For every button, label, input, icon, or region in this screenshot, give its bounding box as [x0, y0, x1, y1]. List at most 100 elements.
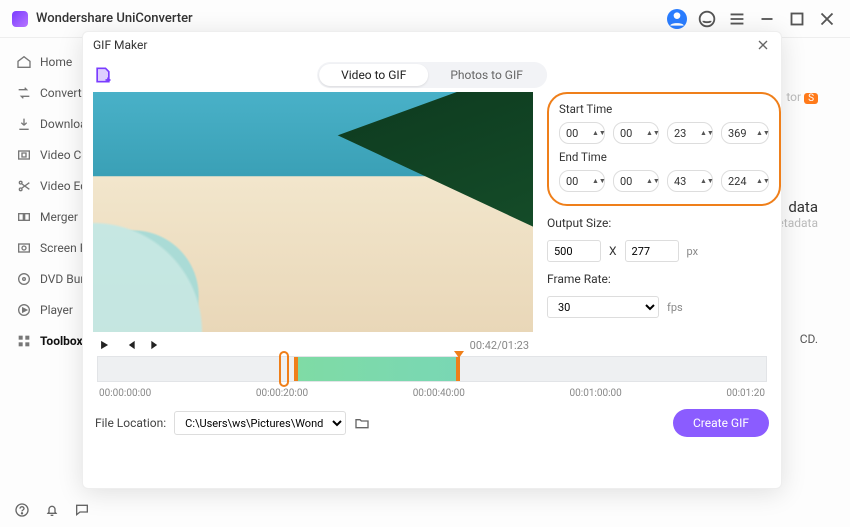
timeline-track[interactable]	[97, 356, 767, 382]
options-column: Start Time ▲▼ ▲▼ ▲▼ ▲▼ End Time ▲▼ ▲▼ ▲▼…	[547, 92, 781, 352]
help-icon[interactable]	[14, 502, 30, 518]
sidebar-item-merger[interactable]: Merger	[10, 203, 90, 231]
account-avatar[interactable]	[666, 8, 688, 30]
bell-icon[interactable]	[44, 502, 60, 518]
end-ms[interactable]: ▲▼	[721, 170, 769, 192]
end-minutes[interactable]: ▲▼	[613, 170, 659, 192]
end-seconds[interactable]: ▲▼	[667, 170, 713, 192]
selection-clip[interactable]	[294, 357, 460, 381]
modal-header: GIF Maker	[83, 32, 781, 58]
start-time-label: Start Time	[559, 102, 769, 116]
output-unit: px	[687, 245, 699, 258]
playback-controls: 00:42/01:23	[93, 332, 533, 352]
output-x: X	[609, 244, 617, 258]
close-icon[interactable]	[755, 37, 771, 53]
start-hours[interactable]: ▲▼	[559, 122, 605, 144]
sidebar-item-dvd[interactable]: DVD Burner	[10, 265, 90, 293]
play-icon	[16, 302, 32, 318]
end-hours[interactable]: ▲▼	[559, 170, 605, 192]
modal-toolbar: Video to GIF Photos to GIF	[83, 58, 781, 92]
ruler-tick: 00:00:40:00	[413, 388, 465, 399]
stepper-arrows-icon[interactable]: ▲▼	[646, 131, 654, 136]
next-frame-button[interactable]	[149, 338, 163, 352]
start-minutes[interactable]: ▲▼	[613, 122, 659, 144]
output-size-row: X px	[547, 240, 781, 262]
stepper-arrows-icon[interactable]: ▲▼	[756, 131, 764, 136]
start-seconds[interactable]: ▲▼	[667, 122, 713, 144]
feedback-icon[interactable]	[74, 502, 90, 518]
file-location-label: File Location:	[95, 416, 166, 430]
sidebar-item-player[interactable]: Player	[10, 296, 90, 324]
bg-text: data	[788, 198, 818, 216]
modal-footer: File Location: C:\Users\ws\Pictures\Wond…	[83, 399, 781, 437]
timeline-ruler: 00:00:00:00 00:00:20:00 00:00:40:00 00:0…	[93, 382, 771, 399]
disc-icon	[16, 271, 32, 287]
stepper-arrows-icon[interactable]: ▲▼	[646, 179, 654, 184]
sidebar: Home Converter Downloader Video Compress…	[0, 38, 90, 527]
frame-rate-label: Frame Rate:	[547, 272, 781, 286]
time-range-group: Start Time ▲▼ ▲▼ ▲▼ ▲▼ End Time ▲▼ ▲▼ ▲▼…	[547, 92, 781, 206]
ruler-tick: 00:01:20	[726, 388, 765, 399]
mode-tab-switch: Video to GIF Photos to GIF	[317, 62, 547, 88]
bg-text: CD.	[800, 332, 818, 346]
stepper-arrows-icon[interactable]: ▲▼	[700, 179, 708, 184]
home-icon	[16, 54, 32, 70]
download-icon	[16, 116, 32, 132]
playhead-icon[interactable]	[454, 351, 464, 358]
sidebar-item-downloader[interactable]: Downloader	[10, 110, 90, 138]
stepper-arrows-icon[interactable]: ▲▼	[592, 179, 600, 184]
play-button[interactable]	[97, 338, 111, 352]
ruler-tick: 00:01:00:00	[570, 388, 622, 399]
video-preview[interactable]	[93, 92, 533, 332]
file-location-select[interactable]: C:\Users\ws\Pictures\Wonders	[174, 411, 346, 435]
output-height[interactable]	[625, 240, 679, 262]
preview-column: 00:42/01:23	[93, 92, 533, 352]
bg-text: tor S	[786, 90, 818, 104]
stepper-arrows-icon[interactable]: ▲▼	[592, 131, 600, 136]
add-file-icon[interactable]	[93, 65, 113, 85]
sidebar-item-home[interactable]: Home	[10, 48, 90, 76]
prev-frame-button[interactable]	[123, 338, 137, 352]
maximize-button[interactable]	[786, 8, 808, 30]
sidebar-item-editor[interactable]: Video Editor	[10, 172, 90, 200]
status-bar	[0, 493, 850, 527]
app-root: Wondershare UniConverter Home Converter …	[0, 0, 850, 527]
sidebar-item-recorder[interactable]: Screen Recorder	[10, 234, 90, 262]
stepper-arrows-icon[interactable]: ▲▼	[700, 131, 708, 136]
output-width[interactable]	[547, 240, 601, 262]
bg-text: etadata	[777, 216, 818, 230]
sidebar-item-label: Player	[40, 303, 73, 317]
close-button[interactable]	[816, 8, 838, 30]
app-logo-icon	[12, 11, 28, 27]
record-icon	[16, 240, 32, 256]
open-folder-icon[interactable]	[354, 415, 370, 431]
frame-rate-row: 30 fps	[547, 296, 781, 318]
editor-row: 00:42/01:23 Start Time ▲▼ ▲▼ ▲▼ ▲▼ End T…	[83, 92, 781, 352]
converter-icon	[16, 85, 32, 101]
start-ms[interactable]: ▲▼	[721, 122, 769, 144]
sidebar-item-toolbox[interactable]: Toolbox	[10, 327, 90, 355]
playback-time: 00:42/01:23	[470, 339, 529, 352]
scissors-icon	[16, 178, 32, 194]
timeline: 00:00:00:00 00:00:20:00 00:00:40:00 00:0…	[83, 352, 781, 399]
frame-rate-select[interactable]: 30	[547, 296, 659, 318]
modal-title: GIF Maker	[93, 38, 147, 52]
minimize-button[interactable]	[756, 8, 778, 30]
sidebar-item-compressor[interactable]: Video Compressor	[10, 141, 90, 169]
app-title: Wondershare UniConverter	[36, 11, 193, 26]
gif-maker-modal: GIF Maker Video to GIF Photos to GIF 00:…	[82, 31, 782, 489]
stepper-arrows-icon[interactable]: ▲▼	[756, 179, 764, 184]
tab-video-to-gif[interactable]: Video to GIF	[319, 64, 428, 86]
sidebar-item-converter[interactable]: Converter	[10, 79, 90, 107]
tab-photos-to-gif[interactable]: Photos to GIF	[428, 64, 545, 86]
compress-icon	[16, 147, 32, 163]
ruler-tick: 00:00:00:00	[99, 388, 151, 399]
create-gif-button[interactable]: Create GIF	[673, 409, 769, 437]
output-size-label: Output Size:	[547, 216, 781, 230]
sidebar-item-label: Home	[40, 55, 72, 69]
fps-unit: fps	[667, 301, 683, 314]
menu-icon[interactable]	[726, 8, 748, 30]
support-icon[interactable]	[696, 8, 718, 30]
sidebar-item-label: Toolbox	[40, 334, 83, 348]
sidebar-item-label: Merger	[40, 210, 78, 224]
